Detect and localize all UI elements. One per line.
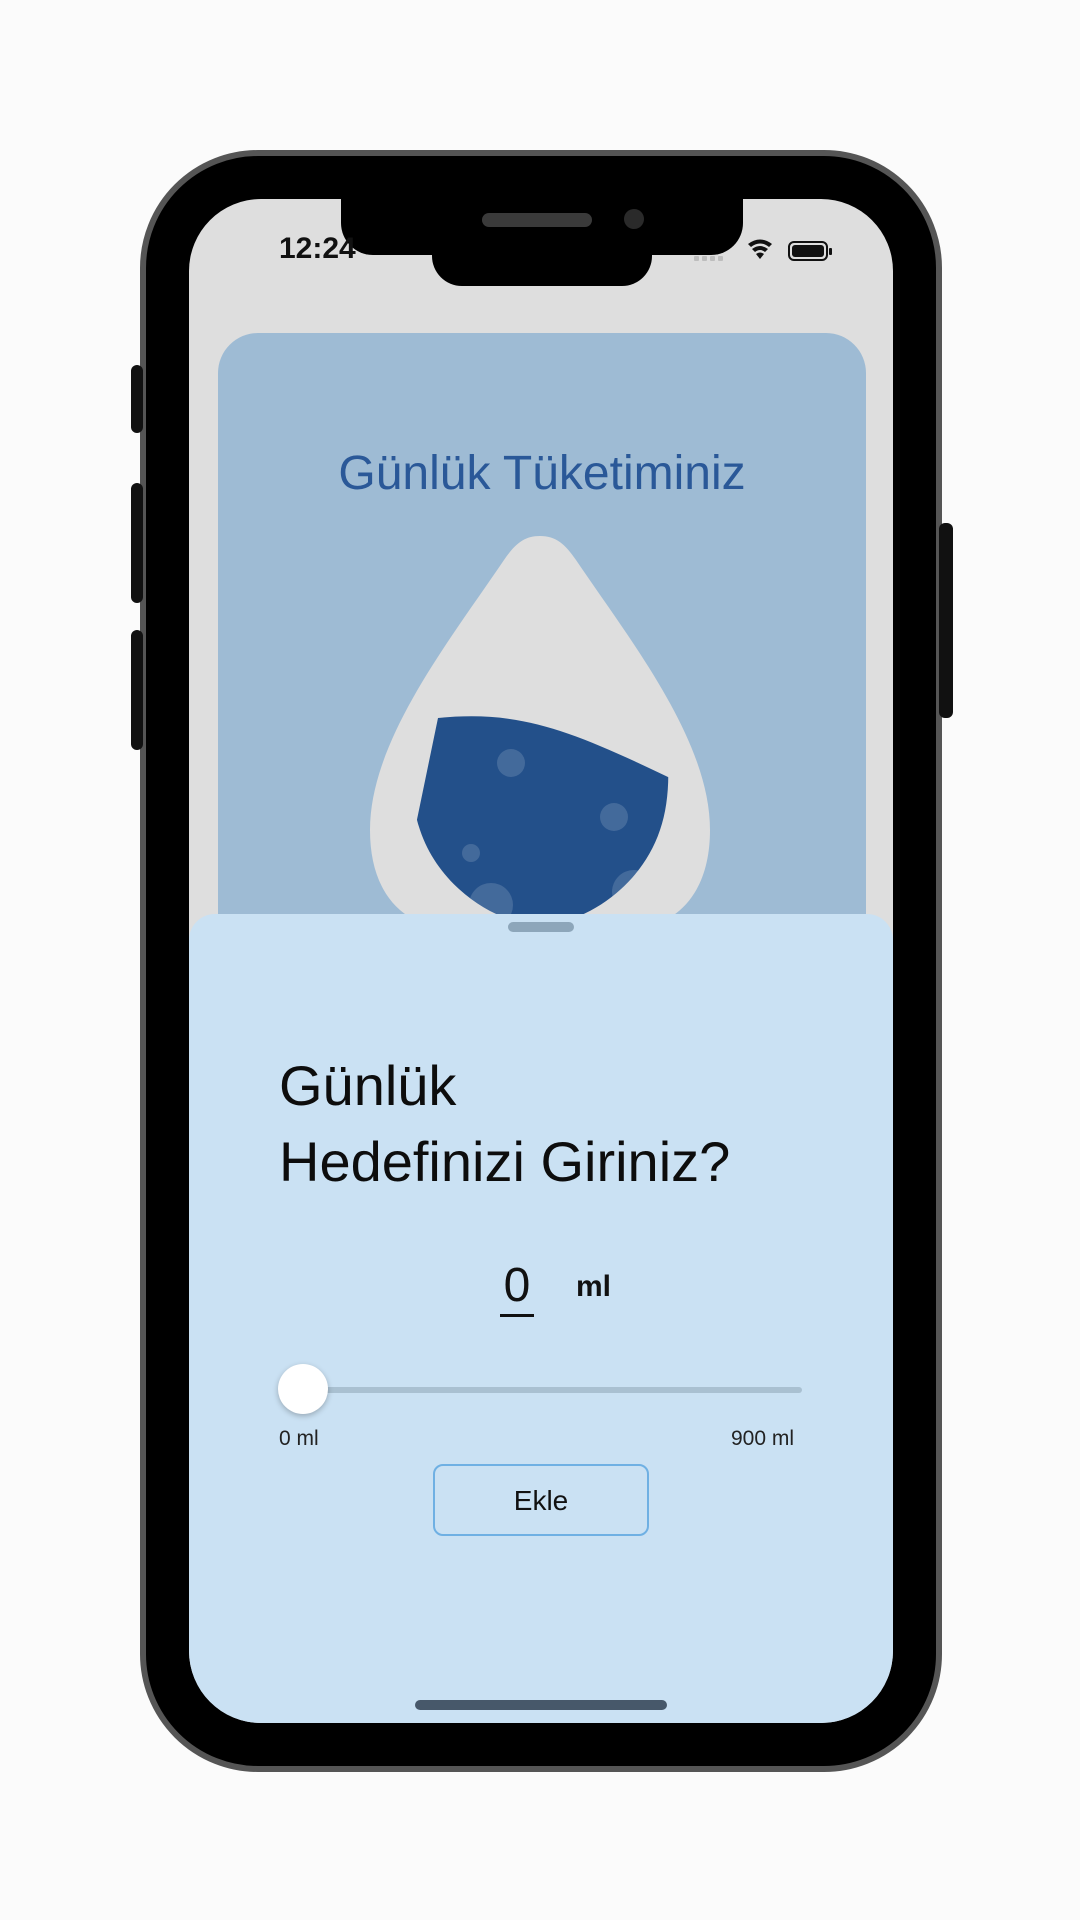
front-camera bbox=[624, 209, 644, 229]
wifi-icon bbox=[748, 239, 772, 259]
goal-prompt-line2: Hedefinizi Giriniz? bbox=[279, 1130, 731, 1193]
battery-icon bbox=[788, 241, 832, 261]
slider-max-label: 900 ml bbox=[731, 1427, 795, 1450]
home-indicator[interactable] bbox=[415, 1700, 667, 1710]
water-drop-indicator bbox=[370, 536, 710, 930]
bubble bbox=[497, 749, 525, 777]
bubble bbox=[600, 803, 628, 831]
goal-prompt-line1: Günlük bbox=[279, 1054, 457, 1117]
bubble bbox=[462, 844, 480, 862]
consumption-title: Günlük Tüketiminiz bbox=[338, 447, 746, 500]
slider-min-label: 0 ml bbox=[279, 1427, 319, 1450]
cellular-icon bbox=[694, 256, 723, 261]
goal-bottom-sheet bbox=[189, 914, 893, 1723]
power-button bbox=[939, 523, 953, 718]
speaker bbox=[482, 213, 592, 227]
silent-switch bbox=[131, 365, 143, 433]
volume-up-button bbox=[131, 483, 143, 603]
goal-amount-unit: ml bbox=[576, 1270, 612, 1303]
notch-lower bbox=[432, 240, 652, 286]
status-icons bbox=[694, 239, 832, 261]
goal-prompt-title: Günlük Hedefinizi Giriniz? bbox=[279, 1048, 730, 1200]
sheet-drag-handle[interactable] bbox=[508, 922, 574, 932]
goal-slider-track[interactable] bbox=[302, 1387, 802, 1393]
volume-down-button bbox=[131, 630, 143, 750]
add-button[interactable]: Ekle bbox=[433, 1464, 649, 1536]
goal-amount-input[interactable]: 0 bbox=[500, 1258, 534, 1317]
status-time: 12:24 bbox=[279, 232, 356, 265]
goal-slider-thumb[interactable] bbox=[278, 1364, 328, 1414]
